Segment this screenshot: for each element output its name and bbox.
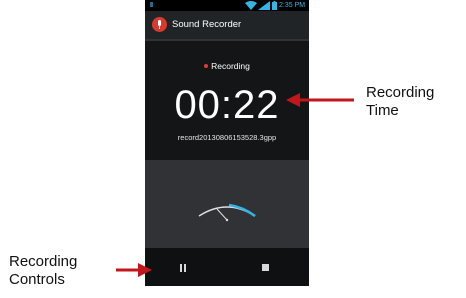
pause-button[interactable] [175, 260, 191, 276]
level-meter-panel [145, 160, 309, 248]
phone-screenshot: 2:35 PM Sound Recorder Recording 00:22 r… [145, 0, 309, 286]
vu-meter-icon [198, 203, 256, 222]
stop-icon [262, 264, 269, 271]
recording-controls-label-line1: Recording [9, 253, 78, 270]
recording-filename: record20130806153528.3gpp [177, 133, 277, 142]
status-bar: 2:35 PM [145, 0, 309, 11]
recording-time-label-line2: Time [366, 102, 399, 119]
recording-controls-bar [145, 248, 309, 286]
battery-icon [272, 1, 277, 10]
stop-button[interactable] [258, 260, 274, 276]
signal-icon [258, 1, 270, 10]
recording-controls-label-line2: Controls [9, 271, 65, 288]
recording-time-label: Recording Time [366, 84, 434, 120]
recording-status-label: Recording [211, 61, 250, 71]
pause-icon-bar [184, 264, 186, 272]
recording-status: Recording [145, 60, 309, 72]
recording-controls-label: Recording Controls [9, 253, 77, 289]
microphone-icon [158, 20, 161, 29]
wifi-icon [245, 1, 257, 10]
recording-timer: 00:22 [174, 83, 280, 127]
recording-time-label-line1: Recording [366, 84, 435, 101]
recording-dot-icon [204, 63, 209, 68]
microphone-app-icon [152, 17, 167, 32]
pause-icon [180, 264, 182, 272]
action-bar: Sound Recorder [145, 11, 309, 41]
notification-icon [150, 2, 153, 7]
status-time: 2:35 PM [279, 2, 306, 9]
app-title: Sound Recorder [172, 19, 242, 30]
